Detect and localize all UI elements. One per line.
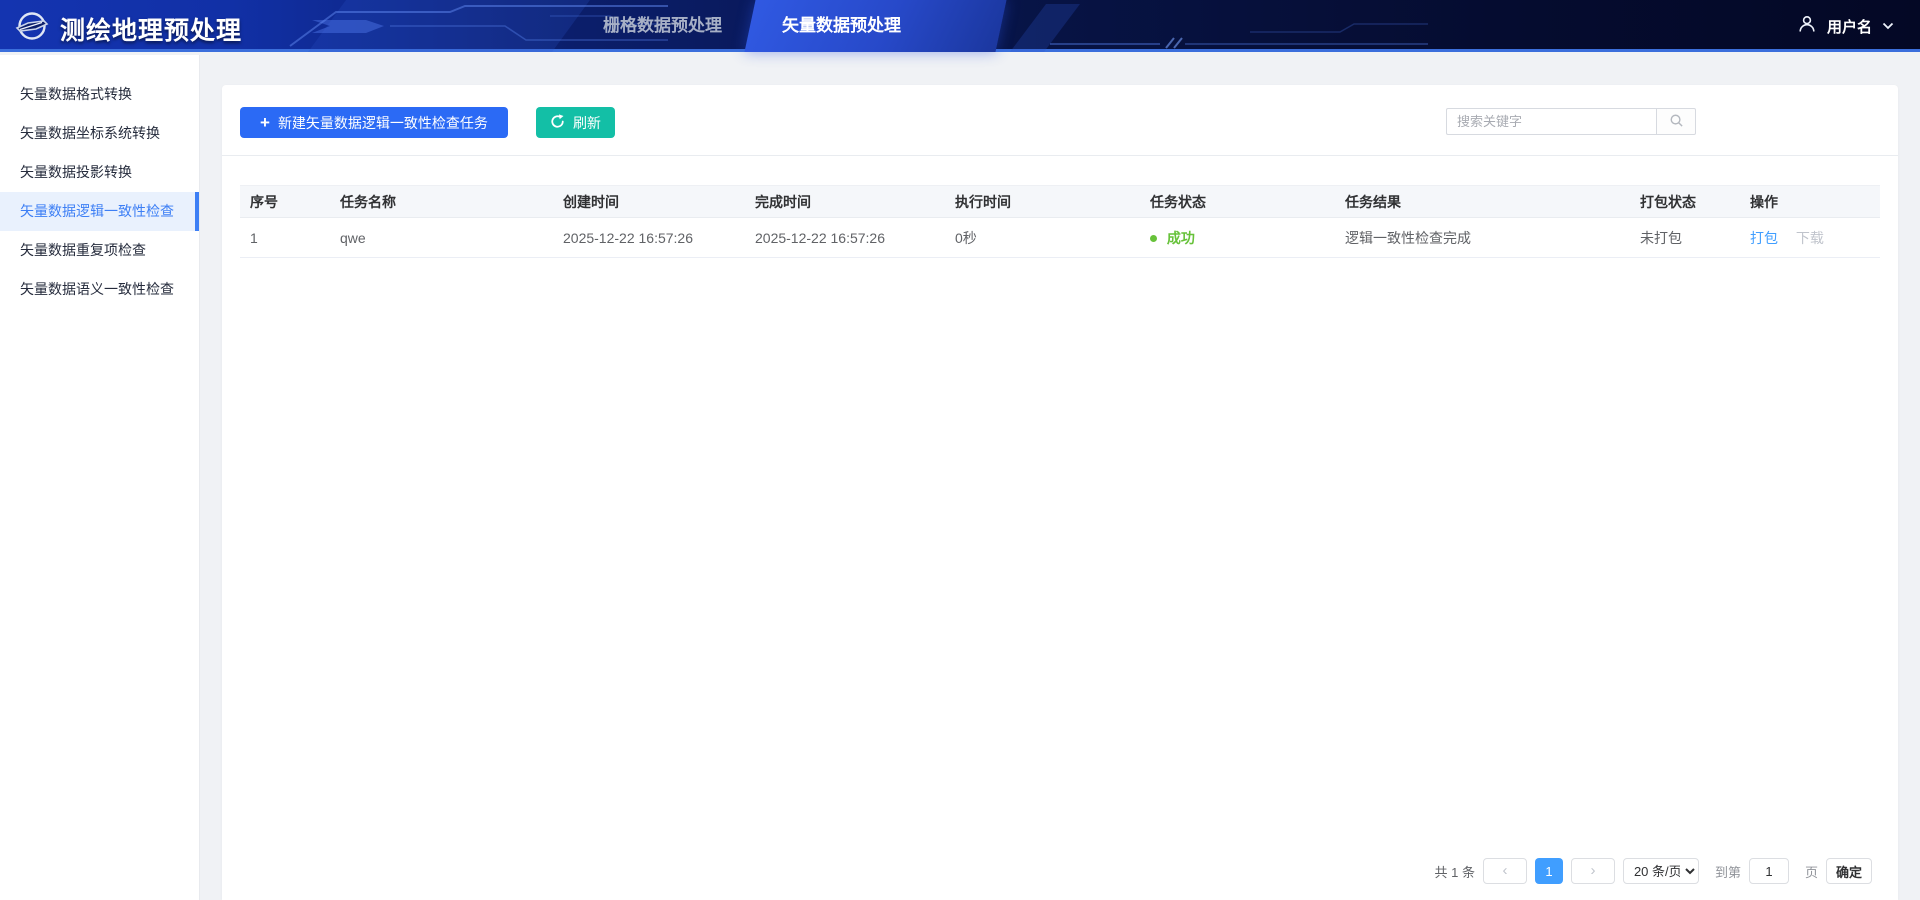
toolbar: + 新建矢量数据逻辑一致性检查任务 刷新 (240, 107, 615, 138)
sidebar-item-logical-consistency-check[interactable]: 矢量数据逻辑一致性检查 (0, 192, 199, 231)
tab-vector-preprocess[interactable]: 矢量数据预处理 (744, 0, 1007, 52)
goto-suffix-label: 页 (1804, 864, 1818, 880)
chevron-down-icon (1882, 17, 1894, 35)
status-dot-icon (1150, 234, 1157, 242)
cell-index: 1 (240, 217, 330, 258)
app-header: 测绘地理预处理 栅格数据预处理 矢量数据预处理 用户名 (0, 0, 1920, 52)
pagination-next-button[interactable]: › (1570, 858, 1615, 884)
cell-created-time: 2025-12-22 16:57:26 (553, 217, 745, 258)
col-package-status: 打包状态 (1630, 185, 1740, 218)
col-finished-time: 完成时间 (745, 185, 945, 218)
sidebar-item-coordinate-conversion[interactable]: 矢量数据坐标系统转换 (0, 114, 199, 153)
col-status: 任务状态 (1140, 185, 1335, 218)
col-index: 序号 (240, 185, 330, 218)
pagination-page-1[interactable]: 1 (1534, 858, 1563, 884)
main-area: + 新建矢量数据逻辑一致性检查任务 刷新 搜索关键字 序号 任务名称 创建时间 … (200, 55, 1920, 900)
new-task-button[interactable]: + 新建矢量数据逻辑一致性检查任务 (240, 107, 508, 138)
pagination-total: 共 1 条 (1434, 864, 1475, 880)
header-tabs: 栅格数据预处理 矢量数据预处理 (575, 0, 1007, 52)
app-title: 测绘地理预处理 (60, 16, 243, 45)
circuit-decor-right (1010, 4, 1428, 52)
col-duration: 执行时间 (945, 185, 1140, 218)
package-link[interactable]: 打包 (1750, 230, 1778, 246)
goto-prefix-label: 到第 (1714, 864, 1741, 880)
search-button[interactable] (1656, 108, 1696, 135)
refresh-button[interactable]: 刷新 (535, 107, 615, 138)
cell-duration: 0秒 (945, 217, 1140, 258)
toolbar-divider (222, 155, 1898, 156)
chevron-right-icon: › (1590, 861, 1596, 879)
search-group (1446, 108, 1696, 135)
table-row: 1 qwe 2025-12-22 16:57:26 2025-12-22 16:… (240, 217, 1880, 258)
sidebar: 矢量数据格式转换 矢量数据坐标系统转换 矢量数据投影转换 矢量数据逻辑一致性检查… (0, 55, 200, 900)
task-table: 序号 任务名称 创建时间 完成时间 执行时间 任务状态 任务结果 打包状态 操作… (240, 185, 1880, 258)
app-logo: 测绘地理预处理 (14, 8, 242, 49)
cell-finished-time: 2025-12-22 16:57:26 (745, 217, 945, 258)
sidebar-item-semantic-consistency-check[interactable]: 矢量数据语义一致性检查 (0, 270, 199, 309)
download-link[interactable]: 下载 (1796, 230, 1824, 246)
col-created-time: 创建时间 (553, 185, 745, 218)
sidebar-item-projection-conversion[interactable]: 矢量数据投影转换 (0, 153, 199, 192)
new-task-button-label: 新建矢量数据逻辑一致性检查任务 (277, 114, 488, 131)
pagination: 共 1 条 ‹ 1 › 20 条/页 到第 页 确定 (1434, 858, 1872, 884)
refresh-icon (550, 113, 565, 132)
user-icon (1797, 14, 1817, 39)
tab-label: 矢量数据预处理 (782, 16, 901, 35)
cell-actions: 打包 下载 (1740, 217, 1880, 258)
content-card: + 新建矢量数据逻辑一致性检查任务 刷新 搜索关键字 序号 任务名称 创建时间 … (222, 85, 1898, 900)
logo-emblem-icon (14, 8, 50, 49)
user-name: 用户名 (1826, 18, 1872, 36)
cell-status: 成功 (1140, 217, 1335, 258)
cell-package-status: 未打包 (1630, 217, 1740, 258)
col-task-name: 任务名称 (330, 185, 553, 218)
cell-result: 逻辑一致性检查完成 (1335, 217, 1630, 258)
cell-task-name: qwe (330, 217, 553, 258)
tab-label: 栅格数据预处理 (603, 16, 722, 35)
plus-icon: + (260, 113, 270, 132)
search-input[interactable] (1446, 108, 1656, 135)
goto-confirm-button[interactable]: 确定 (1825, 858, 1872, 884)
status-text: 成功 (1166, 229, 1195, 246)
user-menu[interactable]: 用户名 (1797, 0, 1894, 52)
pagination-prev-button[interactable]: ‹ (1482, 858, 1527, 884)
col-result: 任务结果 (1335, 185, 1630, 218)
page-size-select[interactable]: 20 条/页 (1622, 858, 1699, 884)
sidebar-item-duplicate-check[interactable]: 矢量数据重复项检查 (0, 231, 199, 270)
sidebar-item-format-conversion[interactable]: 矢量数据格式转换 (0, 75, 199, 114)
table-header-row: 序号 任务名称 创建时间 完成时间 执行时间 任务状态 任务结果 打包状态 操作 (240, 185, 1880, 218)
chevron-left-icon: ‹ (1502, 861, 1508, 879)
goto-page-input[interactable] (1748, 858, 1789, 884)
refresh-button-label: 刷新 (572, 114, 601, 131)
search-icon (1669, 113, 1684, 131)
col-actions: 操作 (1740, 185, 1880, 218)
tab-raster-preprocess[interactable]: 栅格数据预处理 (575, 0, 750, 52)
